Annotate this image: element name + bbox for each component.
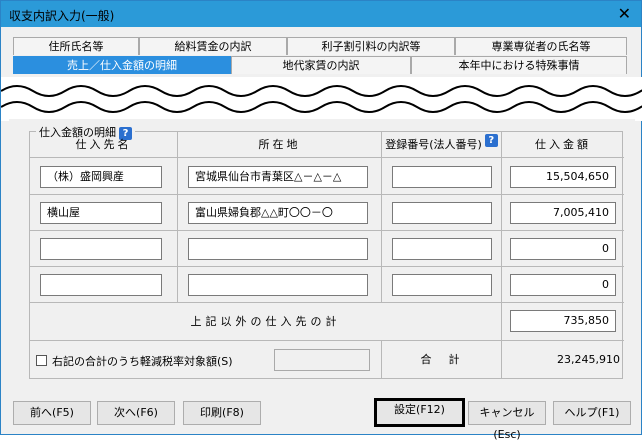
content-panel: 仕入金額の明細? 仕入先名 所在地 登録番号(法人番号)? 仕入金額 （株）盛岡…: [9, 119, 635, 381]
reduced-rate-amount: [274, 349, 370, 371]
amount-input[interactable]: 0: [510, 238, 616, 260]
total-amount: 23,245,910: [557, 353, 620, 366]
reg-no-input[interactable]: [392, 274, 492, 296]
window-title: 収支内訳入力(一般): [9, 9, 115, 23]
header-reg-no: 登録番号(法人番号)?: [382, 132, 502, 158]
reg-no-input[interactable]: [392, 166, 492, 188]
purchase-details-group: 仕入金額の明細? 仕入先名 所在地 登録番号(法人番号)? 仕入金額 （株）盛岡…: [29, 124, 624, 379]
title-bar: 収支内訳入力(一般) ✕: [1, 1, 641, 27]
header-supplier: 仕入先名: [30, 132, 178, 158]
supplier-input[interactable]: （株）盛岡興産: [40, 166, 162, 188]
address-input[interactable]: [188, 274, 368, 296]
prev-button[interactable]: 前へ(F5): [13, 401, 91, 425]
reduced-rate-checkbox[interactable]: [36, 355, 47, 366]
cancel-button[interactable]: キャンセル(Esc): [468, 401, 546, 441]
header-reg-no-label: 登録番号(法人番号): [385, 138, 482, 151]
tab-family-employee[interactable]: 専業専従者の氏名等: [455, 37, 627, 55]
cut-wave-divider: [1, 77, 642, 121]
tab-sales-purchases[interactable]: 売上／仕入金額の明細: [13, 56, 231, 74]
other-suppliers-amount[interactable]: 735,850: [510, 310, 616, 332]
reg-no-input[interactable]: [392, 202, 492, 224]
address-input[interactable]: 富山県婦負郡△△町〇〇－〇: [188, 202, 368, 224]
print-button[interactable]: 印刷(F8): [183, 401, 261, 425]
supplier-input[interactable]: [40, 238, 162, 260]
tab-rent-breakdown[interactable]: 地代家賃の内訳: [231, 56, 411, 74]
close-icon[interactable]: ✕: [618, 4, 631, 23]
tab-salary-breakdown[interactable]: 給料賃金の内訳: [139, 37, 287, 55]
supplier-input[interactable]: [40, 274, 162, 296]
tab-interest-discount[interactable]: 利子割引料の内訳等: [287, 37, 455, 55]
next-button[interactable]: 次へ(F6): [97, 401, 175, 425]
reg-no-input[interactable]: [392, 238, 492, 260]
other-suppliers-label: 上記以外の仕入先の計: [30, 303, 502, 341]
tab-address-name[interactable]: 住所氏名等: [13, 37, 139, 55]
header-amount: 仕入金額: [502, 132, 624, 158]
help-button[interactable]: ヘルプ(F1): [553, 401, 631, 425]
address-input[interactable]: 宮城県仙台市青葉区△－△－△: [188, 166, 368, 188]
amount-input[interactable]: 0: [510, 274, 616, 296]
set-button[interactable]: 設定(F12): [374, 398, 465, 427]
dialog-window: 収支内訳入力(一般) ✕ 住所氏名等 給料賃金の内訳 利子割引料の内訳等 専業専…: [0, 0, 642, 441]
total-label: 合 計: [382, 341, 502, 379]
address-input[interactable]: [188, 238, 368, 260]
amount-input[interactable]: 15,504,650: [510, 166, 616, 188]
button-bar: 前へ(F5) 次へ(F6) 印刷(F8) 設定(F12) キャンセル(Esc) …: [1, 393, 641, 441]
supplier-input[interactable]: 横山屋: [40, 202, 162, 224]
reduced-rate-checkbox-label[interactable]: 右記の合計のうち軽減税率対象額(S): [52, 353, 233, 369]
amount-input[interactable]: 7,005,410: [510, 202, 616, 224]
tab-special-circumstances[interactable]: 本年中における特殊事情: [411, 56, 627, 74]
tab-strip: 住所氏名等 給料賃金の内訳 利子割引料の内訳等 専業専従者の氏名等 売上／仕入金…: [1, 27, 641, 77]
header-address: 所在地: [178, 132, 382, 158]
reg-no-help-icon[interactable]: ?: [484, 134, 498, 147]
